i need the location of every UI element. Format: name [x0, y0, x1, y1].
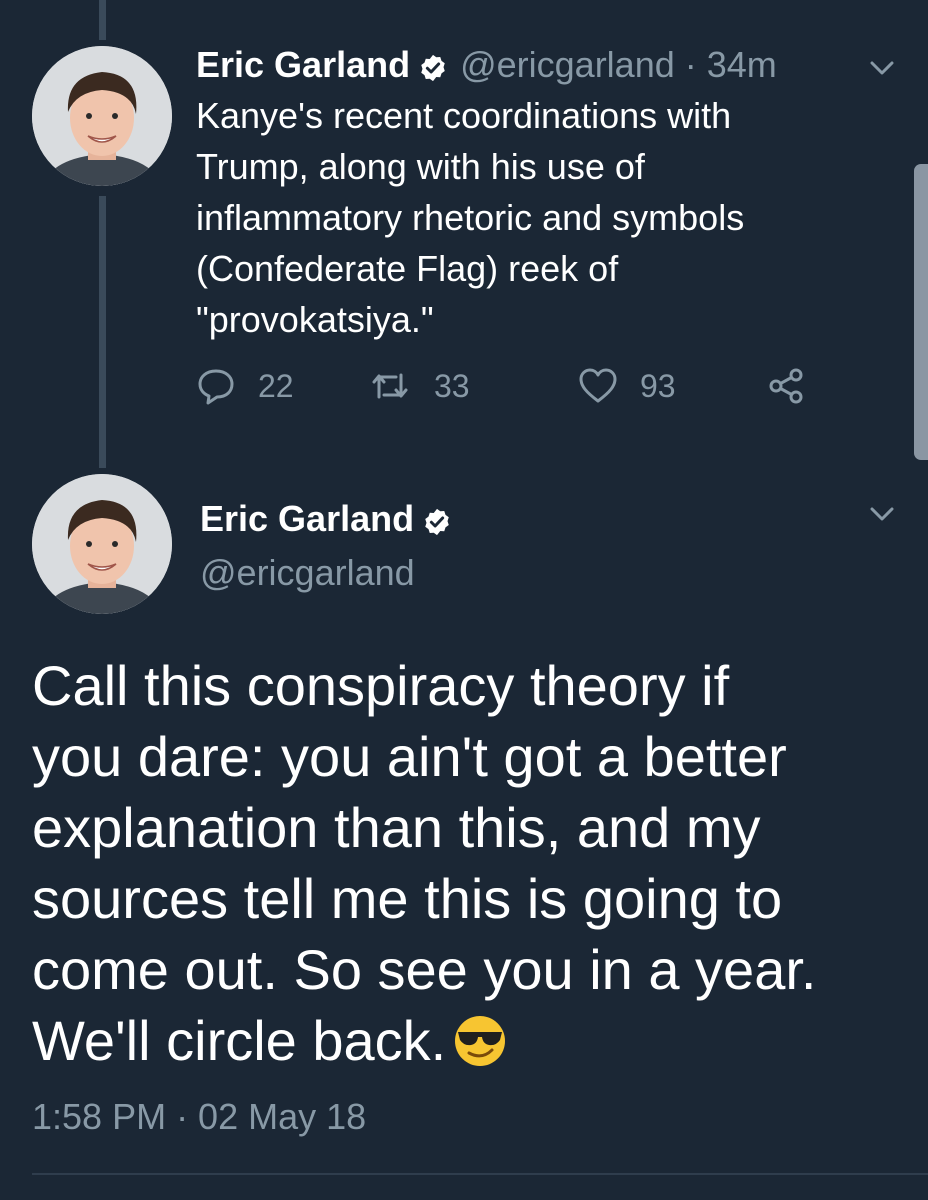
retweet-count: 33 — [434, 367, 470, 404]
like-button[interactable]: 93 — [578, 366, 676, 406]
tweet-text-line: inflammatory rhetoric and symbols — [196, 197, 745, 238]
divider — [32, 1173, 928, 1175]
tweet-text-line: Kanye's recent coordinations with — [196, 95, 732, 136]
tweet-header: Eric Garland @ericgarland · 34m — [196, 44, 777, 86]
tweet-text-line: come out. So see you in a year. — [32, 938, 817, 1001]
separator: · — [684, 44, 697, 85]
reply-count: 22 — [258, 367, 294, 404]
retweet-button[interactable]: 33 — [368, 366, 470, 406]
chevron-down-icon[interactable] — [866, 498, 898, 530]
handle[interactable]: @ericgarland — [460, 44, 675, 86]
heart-icon — [579, 368, 617, 403]
avatar-photo — [32, 474, 172, 614]
avatar[interactable] — [32, 46, 172, 186]
like-count: 93 — [640, 367, 676, 404]
tweet-text-line: Trump, along with his use of — [196, 146, 645, 187]
tweet-text-line: We'll circle back. — [32, 1009, 447, 1072]
author-name-row: Eric Garland — [200, 498, 452, 540]
avatar-photo — [32, 46, 172, 186]
relative-time[interactable]: 34m — [707, 44, 777, 86]
tweet-text-line: you dare: you ain't got a better — [32, 725, 787, 788]
display-name[interactable]: Eric Garland — [196, 44, 410, 86]
share-button[interactable] — [766, 366, 828, 406]
scrollbar[interactable] — [914, 164, 928, 460]
tweet-text-line-last: We'll circle back. — [32, 1005, 892, 1076]
thread-line-bottom — [99, 196, 106, 468]
chevron-down-icon[interactable] — [866, 52, 898, 84]
reply-button[interactable]: 22 — [196, 366, 294, 406]
tweet-timestamp[interactable]: 1:58 PM · 02 May 18 — [32, 1096, 366, 1138]
handle[interactable]: @ericgarland — [200, 552, 415, 594]
verified-badge-icon — [418, 50, 448, 82]
sunglasses-emoji-icon — [452, 1012, 508, 1068]
thread-line-top — [99, 0, 106, 40]
verified-badge-icon — [422, 504, 452, 536]
share-icon — [769, 368, 803, 404]
tweet-text-line: explanation than this, and my — [32, 796, 761, 859]
tweet-text-line: (Confederate Flag) reek of — [196, 248, 619, 289]
retweet-icon — [372, 373, 408, 399]
avatar[interactable] — [32, 474, 172, 614]
tweet-text: Kanye's recent coordinations with Trump,… — [196, 90, 836, 345]
tweet-text-line: "provokatsiya." — [196, 299, 434, 340]
tweet-text: Call this conspiracy theory if you dare:… — [32, 650, 892, 1076]
display-name[interactable]: Eric Garland — [200, 498, 414, 540]
reply-icon — [198, 369, 234, 405]
action-bar: 22 33 93 — [196, 366, 836, 422]
tweet-text-line: Call this conspiracy theory if — [32, 654, 730, 717]
tweet-text-line: sources tell me this is going to — [32, 867, 783, 930]
